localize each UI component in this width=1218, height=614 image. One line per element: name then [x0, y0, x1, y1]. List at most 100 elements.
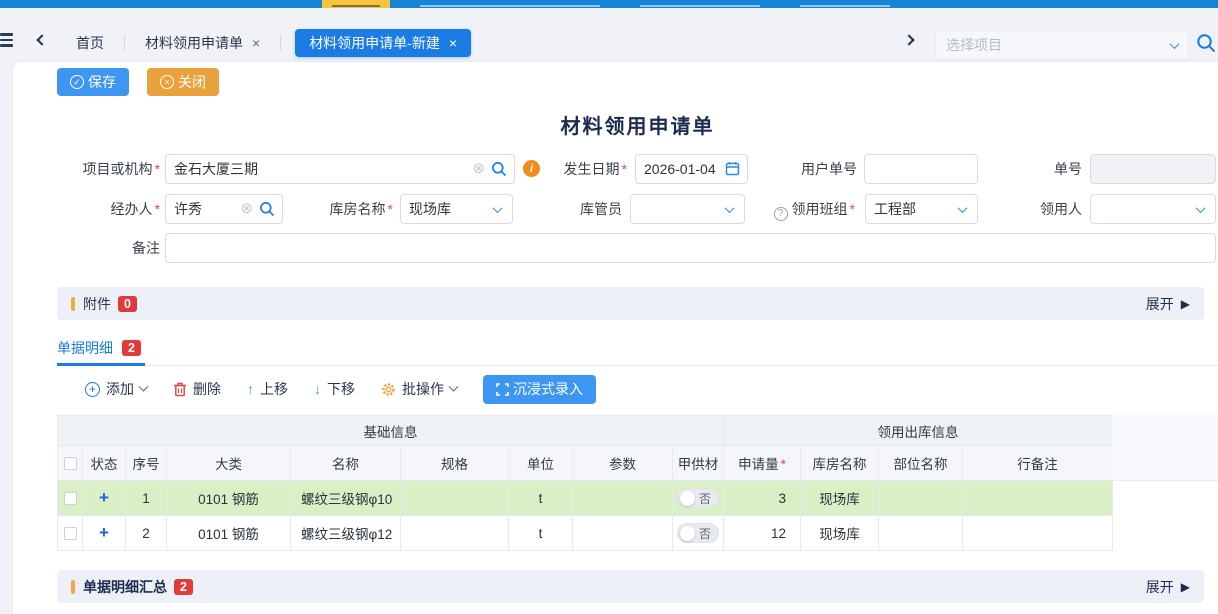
- group-header-basic: 基础信息: [58, 416, 724, 446]
- summary-label: 单据明细汇总: [83, 577, 167, 597]
- user-doc-no-input[interactable]: [864, 154, 978, 184]
- chevron-down-icon: [139, 381, 149, 391]
- tab-material-requisition-list[interactable]: 材料领用申请单×: [139, 33, 266, 53]
- chevron-down-icon: [958, 203, 968, 213]
- section-marker: [71, 297, 75, 311]
- cell-seq: 1: [126, 481, 167, 516]
- cell-param: [573, 516, 673, 551]
- date-field: [635, 154, 748, 184]
- team-label: ?领用班组*: [752, 194, 855, 224]
- cell-remark: [963, 516, 1113, 551]
- handler-field: ⊗: [165, 194, 283, 224]
- tabs-scroll-left-icon[interactable]: [36, 34, 47, 45]
- chevron-down-icon: [725, 203, 735, 213]
- cell-unit: t: [509, 481, 573, 516]
- col-supplied: 甲供材: [673, 446, 724, 481]
- doc-no-input: [1090, 154, 1216, 184]
- delete-row-button[interactable]: 删除: [173, 379, 221, 399]
- row-checkbox[interactable]: [64, 527, 77, 540]
- tab-close-icon[interactable]: ×: [449, 35, 457, 51]
- tab-close-icon[interactable]: ×: [252, 35, 260, 51]
- cell-category: 0101 钢筋: [167, 481, 291, 516]
- add-row-button[interactable]: + 添加: [85, 379, 147, 399]
- attachment-section-bar: 附件 0 展开▶: [57, 287, 1204, 320]
- col-name: 名称: [291, 446, 401, 481]
- supplied-toggle[interactable]: 否: [677, 488, 719, 508]
- menubar-text-fragment: [640, 5, 760, 7]
- cell-warehouse: 现场库: [801, 481, 879, 516]
- row-status-add-icon[interactable]: +: [99, 523, 109, 542]
- table-row[interactable]: + 2 0101 钢筋 螺纹三级钢φ12 t 否 12 现场库: [58, 516, 1113, 551]
- triangle-right-icon: ▶: [1181, 580, 1190, 594]
- arrow-up-icon: ↑: [247, 381, 254, 397]
- tabs-scroll-right-icon[interactable]: [903, 34, 914, 45]
- scan-corners-icon: [496, 383, 509, 396]
- move-down-button[interactable]: ↓ 下移: [314, 379, 355, 399]
- attachment-label: 附件: [83, 294, 111, 314]
- clear-icon[interactable]: ⊗: [240, 201, 253, 216]
- cell-param: [573, 481, 673, 516]
- project-field: ⊗: [165, 154, 515, 184]
- doc-no-label: 单号: [982, 154, 1082, 184]
- cell-seq: 2: [126, 516, 167, 551]
- col-seq: 序号: [126, 446, 167, 481]
- global-search-icon[interactable]: [1196, 33, 1216, 53]
- save-button[interactable]: ✓ 保存: [57, 68, 129, 96]
- warehouse-select[interactable]: 现场库: [400, 194, 513, 224]
- table-row[interactable]: + 1 0101 钢筋 螺纹三级钢φ10 t 否 3 现场库: [58, 481, 1113, 516]
- form-action-bar: ✓ 保存 × 关闭: [57, 68, 219, 96]
- gear-icon: [381, 382, 396, 397]
- keeper-label: 库管员: [522, 194, 622, 224]
- move-up-button[interactable]: ↑ 上移: [247, 379, 288, 399]
- supplied-toggle[interactable]: 否: [677, 523, 719, 543]
- tab-material-requisition-new[interactable]: 材料领用申请单-新建×: [295, 29, 471, 57]
- main-content-panel: ✓ 保存 × 关闭 材料领用申请单 项目或机构* ⊗ i 发生日期* 用户单号 …: [13, 62, 1218, 614]
- handler-search-icon[interactable]: [259, 201, 275, 217]
- select-all-checkbox[interactable]: [64, 457, 77, 470]
- cell-name: 螺纹三级钢φ10: [291, 481, 401, 516]
- remark-input[interactable]: [165, 233, 1216, 263]
- cell-spec: [401, 481, 509, 516]
- hamburger-menu-icon[interactable]: [0, 33, 14, 49]
- menubar-text-fragment: [420, 5, 600, 7]
- row-status-add-icon[interactable]: +: [99, 488, 109, 507]
- summary-count-badge: 2: [174, 579, 193, 595]
- help-question-icon[interactable]: ?: [774, 207, 788, 221]
- project-label: 项目或机构*: [57, 154, 160, 184]
- calendar-icon[interactable]: [725, 161, 740, 176]
- arrow-down-icon: ↓: [314, 381, 321, 397]
- col-param: 参数: [573, 446, 673, 481]
- team-select[interactable]: 工程部: [865, 194, 978, 224]
- detail-table-wrap: 基础信息 领用出库信息 状态 序号 大类 名称 规格 单位 参数 甲供材 申请量…: [57, 415, 1218, 551]
- row-checkbox[interactable]: [64, 492, 77, 505]
- recipient-select[interactable]: [1090, 194, 1216, 224]
- col-part: 部位名称: [879, 446, 963, 481]
- close-button[interactable]: × 关闭: [147, 68, 219, 96]
- project-select-placeholder: 选择项目: [946, 35, 1171, 55]
- detail-tab-row: 单据明细 2: [57, 330, 1218, 366]
- cell-part: [879, 516, 963, 551]
- col-category: 大类: [167, 446, 291, 481]
- close-circle-icon: ×: [160, 75, 174, 89]
- keeper-select[interactable]: [630, 194, 745, 224]
- batch-ops-button[interactable]: 批操作: [381, 379, 457, 399]
- table-right-filler: [1112, 415, 1218, 481]
- tab-detail-lines[interactable]: 单据明细 2: [57, 332, 145, 366]
- cell-warehouse: 现场库: [801, 516, 879, 551]
- summary-expand-toggle[interactable]: 展开▶: [1146, 577, 1190, 597]
- project-search-icon[interactable]: [491, 161, 507, 177]
- col-status: 状态: [83, 446, 126, 481]
- project-input[interactable]: [165, 154, 515, 184]
- top-menubar: [0, 0, 1218, 8]
- header-form: 项目或机构* ⊗ i 发生日期* 用户单号 单号 经办人* ⊗: [57, 154, 1218, 266]
- cell-qty: 3: [724, 481, 801, 516]
- tab-bar: 首页 材料领用申请单× 材料领用申请单-新建× 选择项目: [0, 8, 1218, 62]
- tab-separator: [280, 35, 281, 51]
- cell-part: [879, 481, 963, 516]
- immersive-entry-button[interactable]: 沉浸式录入: [483, 375, 596, 404]
- project-select[interactable]: 选择项目: [935, 30, 1189, 60]
- recipient-label: 领用人: [982, 194, 1082, 224]
- attachment-expand-toggle[interactable]: 展开▶: [1146, 294, 1190, 314]
- clear-icon[interactable]: ⊗: [472, 161, 485, 176]
- tab-home[interactable]: 首页: [70, 33, 110, 53]
